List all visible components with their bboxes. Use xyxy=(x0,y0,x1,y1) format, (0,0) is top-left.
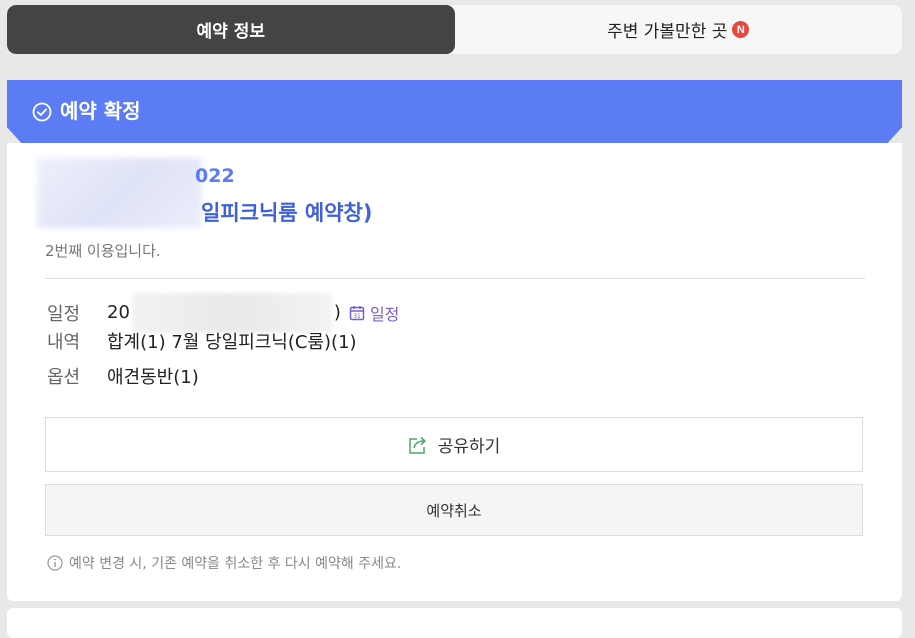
schedule-value-end: ) xyxy=(333,302,341,323)
status-title: 예약 확정 xyxy=(60,99,141,123)
calendar-link-label: 일정 xyxy=(369,305,400,324)
share-button[interactable]: 공유하기 xyxy=(45,417,863,472)
check-circle-icon xyxy=(32,102,52,121)
option-row: 옵션 애견동반(1) xyxy=(47,363,199,389)
svg-text:31: 31 xyxy=(353,313,361,320)
schedule-row: 일정 20) 31 일정 xyxy=(47,293,399,333)
new-badge: N xyxy=(732,21,750,38)
share-icon xyxy=(408,436,426,454)
details-value: 합계(1) 7월 당일피크닉(C룸)(1) xyxy=(107,332,357,353)
details-label: 내역 xyxy=(47,332,81,353)
share-button-label: 공유하기 xyxy=(437,437,501,457)
info-icon xyxy=(47,555,63,571)
option-label: 옵션 xyxy=(47,367,81,388)
schedule-value: 20) xyxy=(107,293,341,333)
status-banner: 예약 확정 xyxy=(7,80,902,143)
notice: 예약 변경 시, 기존 예약을 취소한 후 다시 예약해 주세요. xyxy=(47,553,401,573)
details-row: 내역 합계(1) 7월 당일피크닉(C룸)(1) xyxy=(47,328,357,354)
calendar-icon: 31 xyxy=(349,306,365,321)
tab-bar: 예약 정보 주변 가볼만한 곳 N xyxy=(7,5,902,54)
divider xyxy=(45,278,865,279)
cancel-button-label: 예약취소 xyxy=(426,501,482,520)
redacted-date xyxy=(131,293,332,333)
next-card xyxy=(7,608,902,638)
reservation-title: 일피크닉룸 예약창) xyxy=(201,201,373,225)
schedule-value-start: 20 xyxy=(107,302,130,323)
calendar-link[interactable]: 31 일정 xyxy=(349,301,399,325)
notice-text: 예약 변경 시, 기존 예약을 취소한 후 다시 예약해 주세요. xyxy=(69,556,402,572)
schedule-label: 일정 xyxy=(47,304,81,325)
option-value: 애견동반(1) xyxy=(107,367,199,388)
visit-count: 2번째 이용입니다. xyxy=(45,242,161,260)
tab-reservation-info-label: 예약 정보 xyxy=(196,22,265,42)
redacted-title xyxy=(37,158,202,228)
cancel-reservation-button[interactable]: 예약취소 xyxy=(45,484,863,536)
tab-nearby-label: 주변 가볼만한 곳 xyxy=(607,22,728,42)
tab-nearby[interactable]: 주변 가볼만한 곳 N xyxy=(455,5,903,54)
reservation-number: 022 xyxy=(195,165,235,187)
tab-reservation-info[interactable]: 예약 정보 xyxy=(7,5,455,54)
reservation-card: 022 일피크닉룸 예약창) 2번째 이용입니다. 일정 20) 31 일정 내… xyxy=(7,143,902,601)
